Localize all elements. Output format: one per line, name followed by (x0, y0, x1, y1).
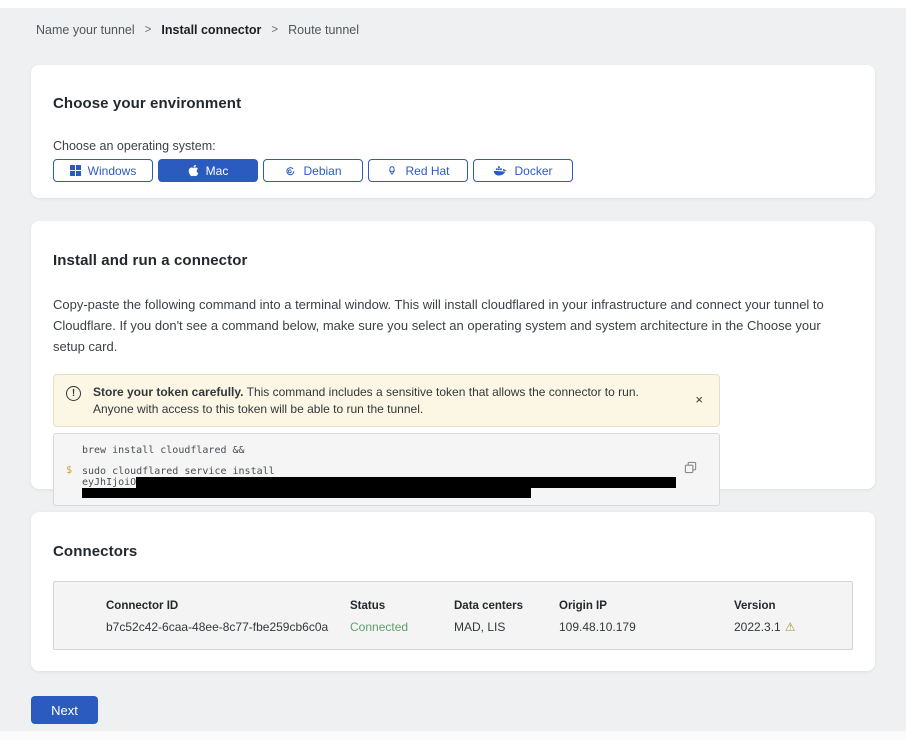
banner-close-icon[interactable]: × (691, 391, 707, 408)
choose-environment-title: Choose your environment (53, 95, 853, 112)
os-button-label: Docker (514, 164, 552, 178)
page-container: Name your tunnel > Install connector > R… (0, 8, 906, 724)
os-button-group: Windows Mac Debian (53, 159, 853, 182)
connectors-card: Connectors Connector ID Status Data cent… (31, 512, 875, 671)
version-warning-icon: ⚠ (785, 620, 796, 634)
os-button-label: Red Hat (405, 164, 449, 178)
breadcrumb-install-connector[interactable]: Install connector (161, 23, 261, 37)
token-warning-banner: ! Store your token carefully. This comma… (53, 374, 720, 427)
terminal-prompt: $ (66, 465, 72, 476)
redhat-icon (386, 165, 398, 177)
os-button-label: Debian (303, 164, 341, 178)
breadcrumb: Name your tunnel > Install connector > R… (36, 23, 875, 37)
version-number: 2022.3.1 (734, 620, 781, 634)
origin-ip-value: 109.48.10.179 (559, 620, 734, 634)
top-whitespace-strip (0, 0, 906, 8)
next-button[interactable]: Next (31, 696, 98, 724)
copy-icon[interactable] (682, 461, 698, 477)
token-prefix: eyJhIjoiO (82, 477, 136, 488)
docker-icon (493, 165, 507, 177)
os-button-docker[interactable]: Docker (473, 159, 573, 182)
breadcrumb-name-your-tunnel[interactable]: Name your tunnel (36, 23, 135, 37)
connectors-title: Connectors (53, 543, 853, 560)
connector-id-value: b7c52c42-6caa-48ee-8c77-fbe259cb6c0a (106, 620, 350, 634)
table-row: b7c52c42-6caa-48ee-8c77-fbe259cb6c0a Con… (106, 620, 842, 634)
header-status: Status (350, 600, 454, 612)
install-connector-title: Install and run a connector (53, 252, 853, 269)
os-button-label: Windows (88, 164, 137, 178)
data-centers-value: MAD, LIS (454, 620, 559, 634)
alert-circle-icon: ! (66, 386, 81, 401)
os-select-label: Choose an operating system: (53, 139, 853, 153)
header-origin-ip: Origin IP (559, 600, 734, 612)
header-connector-id: Connector ID (106, 600, 350, 612)
terminal-line-2: sudo cloudflared service install (82, 466, 679, 477)
header-data-centers: Data centers (454, 600, 559, 612)
os-button-debian[interactable]: Debian (263, 159, 363, 182)
os-button-windows[interactable]: Windows (53, 159, 153, 182)
terminal-token-line: eyJhIjoiO (82, 477, 679, 488)
terminal-line-1: brew install cloudflared && (82, 445, 679, 456)
install-connector-description: Copy-paste the following command into a … (53, 294, 853, 357)
token-warning-bold: Store your token carefully. (93, 385, 244, 399)
breadcrumb-separator-icon: > (271, 24, 278, 36)
install-connector-card: Install and run a connector Copy-paste t… (31, 221, 875, 489)
os-button-redhat[interactable]: Red Hat (368, 159, 468, 182)
breadcrumb-route-tunnel[interactable]: Route tunnel (288, 23, 359, 37)
token-warning-text: Store your token carefully. This command… (93, 384, 691, 418)
bottom-whitespace-strip (0, 731, 906, 740)
os-button-label: Mac (206, 164, 229, 178)
debian-icon (284, 165, 296, 177)
windows-icon (70, 165, 81, 176)
breadcrumb-separator-icon: > (145, 24, 152, 36)
token-redaction-bar (82, 488, 531, 498)
header-version: Version (734, 600, 842, 612)
connectors-table-header: Connector ID Status Data centers Origin … (106, 600, 842, 612)
token-redaction-bar (136, 477, 676, 488)
apple-icon (188, 164, 199, 177)
terminal-command-block: $ brew install cloudflared && sudo cloud… (53, 433, 720, 506)
choose-environment-card: Choose your environment Choose an operat… (31, 65, 875, 198)
connectors-table: Connector ID Status Data centers Origin … (53, 581, 853, 650)
version-value: 2022.3.1 ⚠ (734, 620, 842, 634)
os-button-mac[interactable]: Mac (158, 159, 258, 182)
status-badge: Connected (350, 620, 454, 634)
